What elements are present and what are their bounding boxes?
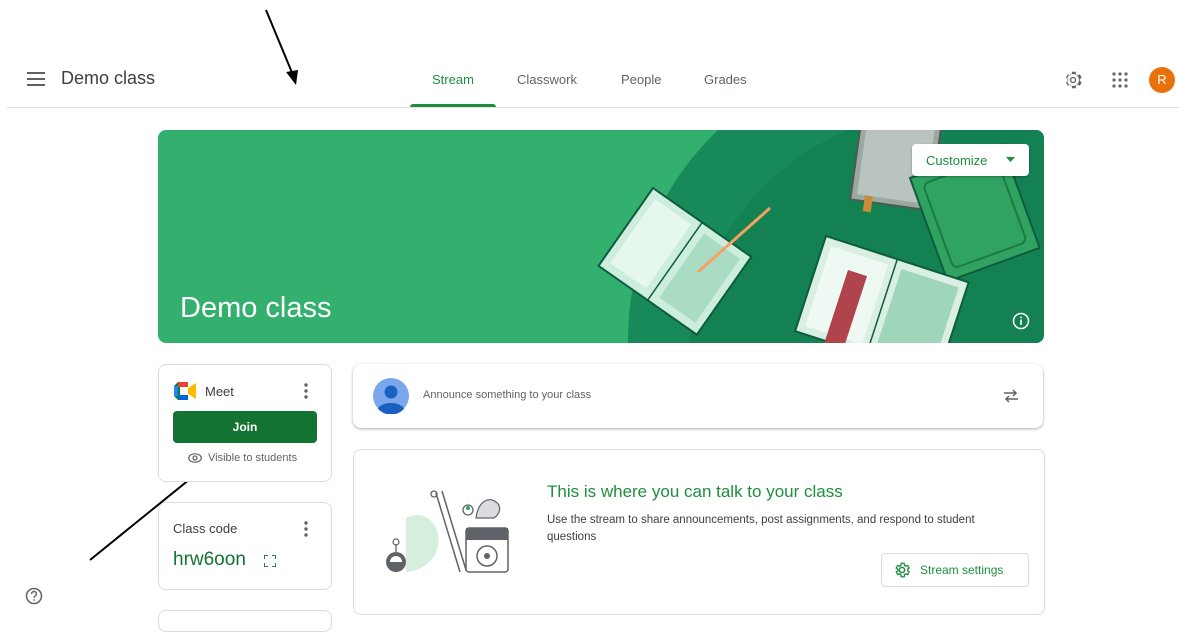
announce-box[interactable]: Announce something to your class	[353, 364, 1043, 428]
meet-more-options-icon[interactable]	[304, 383, 308, 399]
stream-intro-card: This is where you can talk to your class…	[353, 449, 1045, 615]
stream-intro-title: This is where you can talk to your class	[547, 482, 843, 501]
stream-settings-gear-icon	[895, 562, 911, 578]
fullscreen-icon[interactable]	[264, 555, 276, 567]
class-banner: Demo class Customize	[158, 130, 1044, 343]
banner-class-title: Demo class	[180, 292, 332, 324]
tab-people[interactable]: People	[621, 72, 661, 87]
join-button[interactable]: Join	[173, 411, 317, 443]
settings-icon[interactable]	[1062, 69, 1084, 91]
apps-grid-icon[interactable]	[1112, 72, 1128, 88]
customize-button[interactable]: Customize	[912, 144, 1029, 176]
stream-settings-button[interactable]: Stream settings	[881, 553, 1029, 587]
class-code-card: Class code hrw6oon	[158, 502, 332, 590]
visibility-text: Visible to students	[208, 452, 298, 464]
caret-down-icon	[1006, 157, 1015, 162]
class-code-more-options-icon[interactable]	[304, 521, 308, 537]
tab-grades[interactable]: Grades	[704, 72, 747, 87]
upcoming-card	[158, 610, 332, 632]
stream-settings-label: Stream settings	[920, 563, 1004, 577]
repost-icon[interactable]	[1003, 387, 1019, 405]
active-tab-indicator	[410, 104, 496, 107]
announce-placeholder[interactable]: Announce something to your class	[423, 389, 591, 401]
header-divider	[7, 107, 1179, 108]
tab-stream[interactable]: Stream	[432, 72, 474, 87]
eye-icon	[188, 453, 202, 463]
help-icon[interactable]	[25, 587, 43, 605]
user-avatar	[373, 378, 409, 414]
stream-intro-description: Use the stream to share announcements, p…	[547, 514, 975, 543]
customize-label: Customize	[926, 153, 988, 168]
menu-icon[interactable]	[27, 72, 45, 86]
info-icon[interactable]	[1012, 312, 1030, 330]
tab-classwork[interactable]: Classwork	[517, 72, 577, 87]
account-avatar[interactable]: R	[1149, 67, 1175, 93]
stream-illustration	[386, 490, 509, 573]
top-app-bar	[0, 50, 1179, 108]
class-code-label: Class code	[173, 521, 238, 536]
meet-card: Meet Join Visible to students	[158, 364, 332, 482]
meet-label: Meet	[205, 384, 234, 399]
class-title[interactable]: Demo class	[61, 68, 155, 89]
class-code-value: hrw6oon	[173, 549, 246, 570]
meet-icon	[174, 382, 196, 400]
